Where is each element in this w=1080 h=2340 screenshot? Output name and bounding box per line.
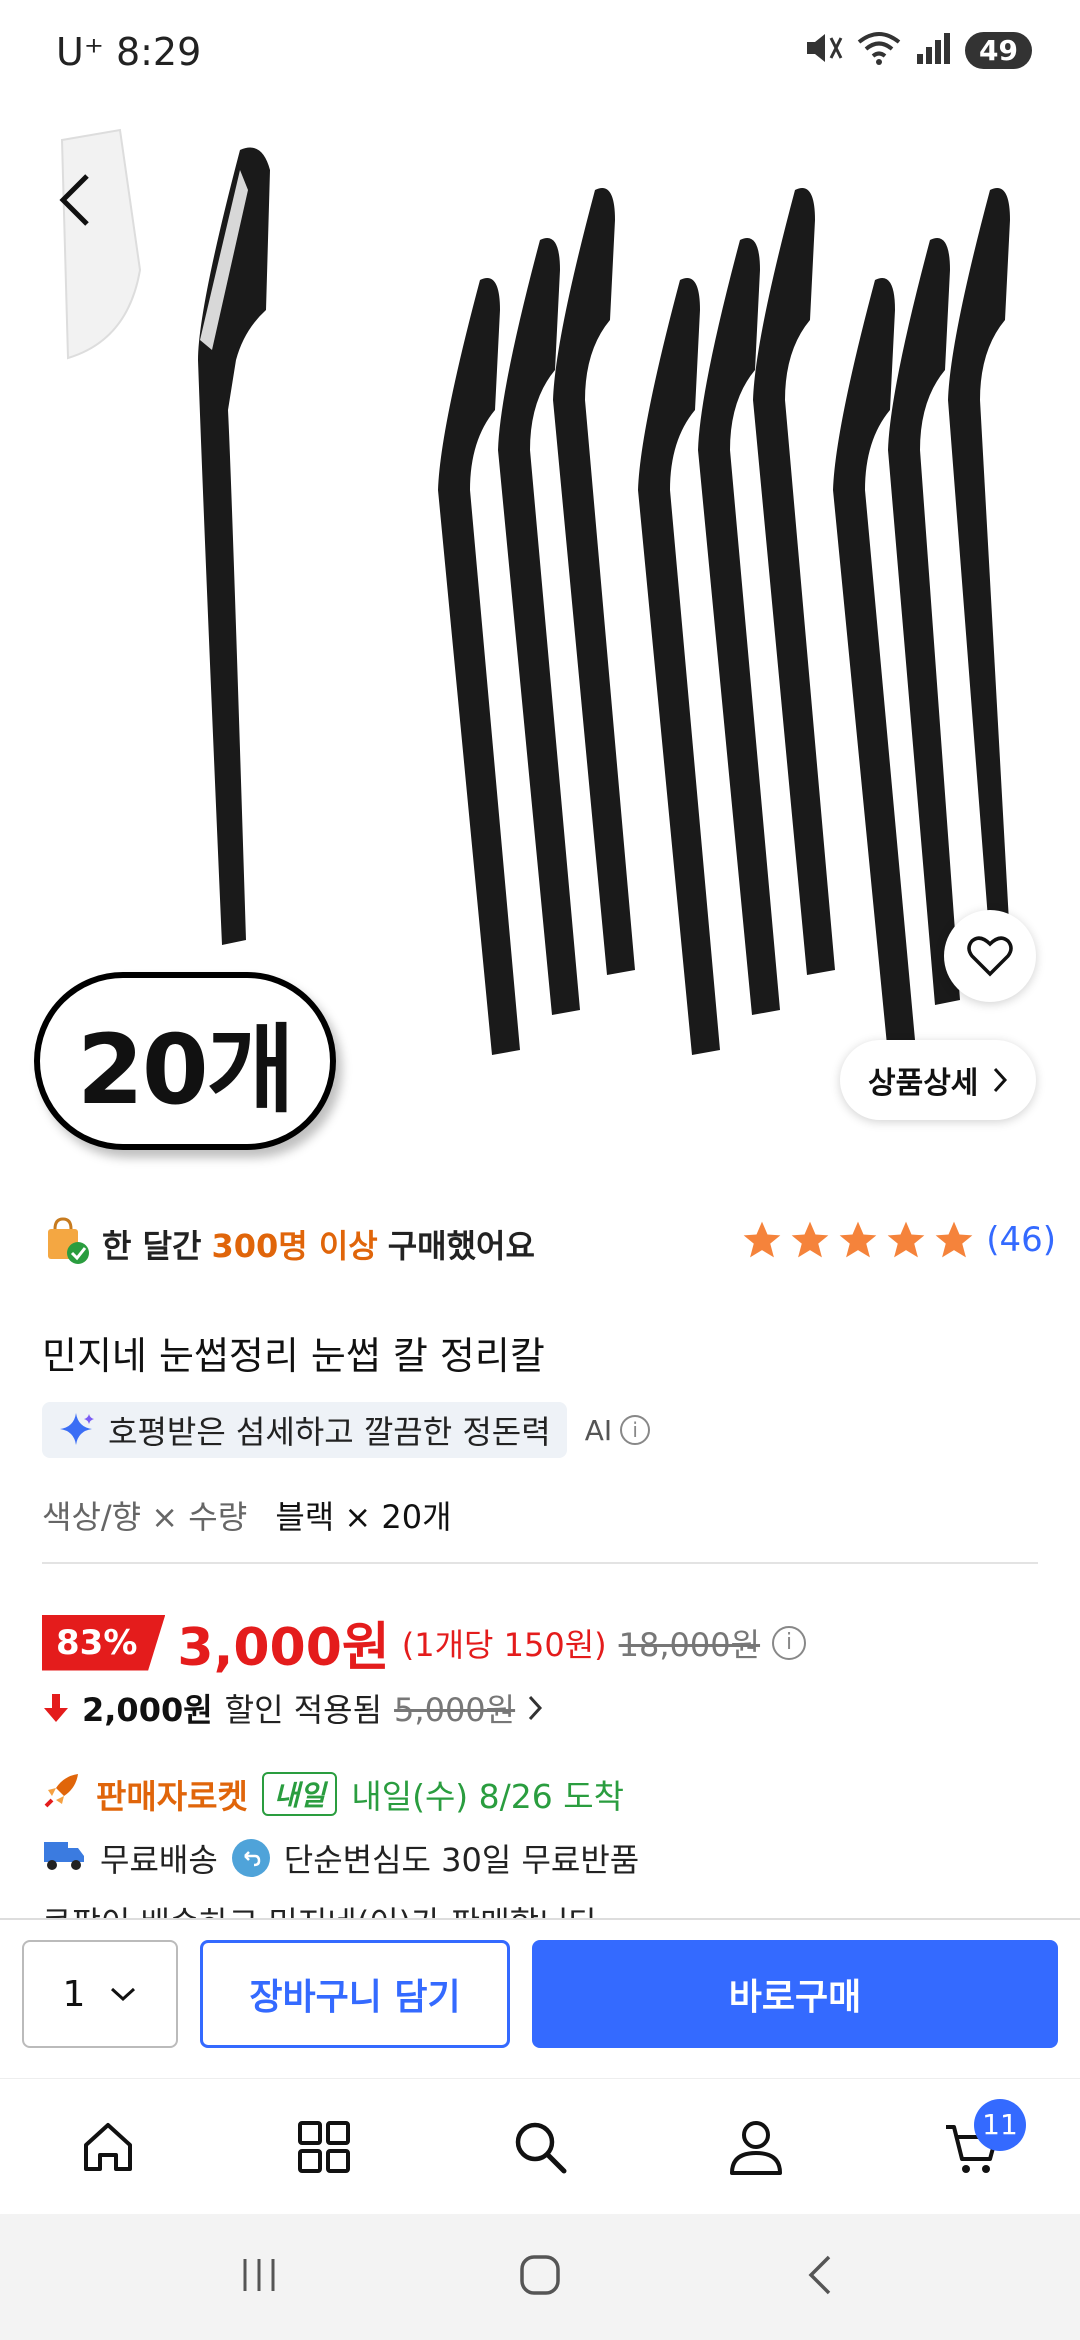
product-detail-button[interactable]: 상품상세 (840, 1040, 1037, 1120)
coupon-amount: 2,000원 (82, 1691, 213, 1729)
home-system-button[interactable] (516, 2251, 564, 2303)
system-navigation-bar (0, 2214, 1080, 2340)
cart-count-badge: 11 (974, 2098, 1026, 2151)
coupon-discount-row[interactable]: 2,000원 할인 적용됨 5,000원 (42, 1685, 543, 1731)
ai-summary-text: 호평받은 섬세하고 깔끔한 정돈력 (108, 1413, 551, 1451)
arrow-down-icon (44, 1694, 68, 1722)
back-system-button[interactable] (799, 2251, 843, 2303)
return-icon (231, 1839, 270, 1877)
bottom-navigation: 11 (0, 2078, 1080, 2214)
recent-apps-button[interactable] (237, 2253, 281, 2301)
free-return: 단순변심도 30일 무료반품 (283, 1841, 640, 1879)
chevron-right-icon (994, 1067, 1008, 1093)
rating-summary[interactable]: (46) (740, 1218, 1056, 1262)
heart-icon (967, 936, 1013, 977)
ai-label: AI (584, 1413, 613, 1447)
home-circle-icon (520, 2255, 560, 2295)
status-icons: 49 (803, 30, 1032, 70)
signal-icon (915, 30, 951, 70)
ai-review-summary: 호평받은 섬세하고 깔끔한 정돈력 AI i (42, 1402, 651, 1458)
grid-icon (298, 2120, 350, 2173)
buy-now-button[interactable]: 바로구매 (532, 1940, 1058, 2048)
back-button[interactable] (40, 160, 110, 240)
shipping-return-info: 무료배송 단순변심도 30일 무료반품 (42, 1835, 639, 1881)
tomorrow-badge: 내일 (261, 1772, 338, 1816)
recents-icon (243, 2259, 275, 2291)
coupon-before-price: 5,000원 (394, 1691, 516, 1729)
shopping-bag-check-icon (42, 1215, 92, 1273)
nav-my-account[interactable] (696, 2097, 816, 2197)
chevron-right-icon (528, 1695, 543, 1721)
original-price: 18,000원 (618, 1625, 761, 1664)
carrier-time: U⁺ 8:29 (56, 30, 202, 74)
mute-icon (803, 30, 843, 70)
purchase-highlight: 300명 이상 (211, 1227, 378, 1265)
quantity-value: 1 (62, 1973, 86, 2015)
nav-search[interactable] (480, 2097, 600, 2197)
wishlist-button[interactable] (944, 910, 1036, 1002)
nav-cart[interactable]: 11 (912, 2097, 1032, 2197)
add-to-cart-button[interactable]: 장바구니 담기 (200, 1940, 510, 2048)
purchase-action-bar: 1 장바구니 담기 바로구매 (0, 1918, 1080, 2078)
product-title: 민지네 눈썹정리 눈썹 칼 정리칼 (42, 1334, 545, 1378)
nav-categories[interactable] (264, 2097, 384, 2197)
chevron-down-icon (111, 1987, 136, 2002)
sparkle-icon (60, 1413, 94, 1445)
arrival-date: 내일(수) 8/26 도착 (351, 1777, 624, 1816)
ai-summary-pill: 호평받은 섬세하고 깔끔한 정돈력 (42, 1402, 567, 1458)
sale-price: 3,000원 (177, 1618, 390, 1678)
status-bar: U⁺ 8:29 49 (0, 0, 1080, 110)
option-label: 색상/향 × 수량 (42, 1498, 248, 1536)
quantity-badge: 20개 (34, 972, 336, 1150)
info-icon[interactable]: i (620, 1415, 651, 1445)
discount-badge: 83% (42, 1614, 166, 1671)
rocket-icon (42, 1770, 82, 1818)
free-shipping: 무료배송 (100, 1841, 218, 1879)
purchase-prefix: 한 달간 (102, 1227, 202, 1265)
purchase-suffix: 구매했어요 (387, 1227, 535, 1265)
review-count-link[interactable]: (46) (986, 1220, 1056, 1260)
wifi-icon (857, 30, 901, 70)
seller-line: 쿠팡이 배송하고 민지네(이)가 판매합니다 (42, 1898, 598, 1918)
back-arrow-icon (808, 2255, 830, 2295)
price-row: 83% 3,000원 (1개당 150원) 18,000원 i (42, 1605, 807, 1680)
divider (42, 1562, 1038, 1564)
user-icon (730, 2120, 782, 2175)
star-icon (743, 1221, 781, 1258)
home-icon (84, 2122, 132, 2171)
product-image-carousel[interactable]: 20개 상품상세 (0, 110, 1080, 1185)
selected-option[interactable]: 색상/향 × 수량 블랙 × 20개 (42, 1492, 452, 1538)
quantity-select[interactable]: 1 (22, 1940, 178, 2048)
chevron-left-icon (59, 174, 89, 226)
star-icon (791, 1221, 829, 1258)
detail-button-label: 상품상세 (868, 1066, 979, 1101)
seller-rocket-label: 판매자로켓 (96, 1777, 248, 1816)
purchase-count: 한 달간 300명 이상 구매했어요 (42, 1215, 535, 1273)
option-value: 블랙 × 20개 (275, 1498, 452, 1536)
truck-icon (42, 1836, 86, 1880)
ai-info[interactable]: AI i (584, 1413, 651, 1447)
coupon-text: 할인 적용됨 (224, 1691, 383, 1729)
nav-home[interactable] (48, 2097, 168, 2197)
delivery-info: 판매자로켓 내일 내일(수) 8/26 도착 (42, 1770, 624, 1818)
info-icon[interactable]: i (772, 1625, 807, 1660)
unit-price: (1개당 150원) (401, 1625, 607, 1664)
star-icon (839, 1221, 877, 1258)
battery-indicator: 49 (965, 31, 1032, 69)
star-icon (935, 1221, 973, 1258)
star-icon (887, 1221, 925, 1258)
search-icon (515, 2122, 567, 2173)
